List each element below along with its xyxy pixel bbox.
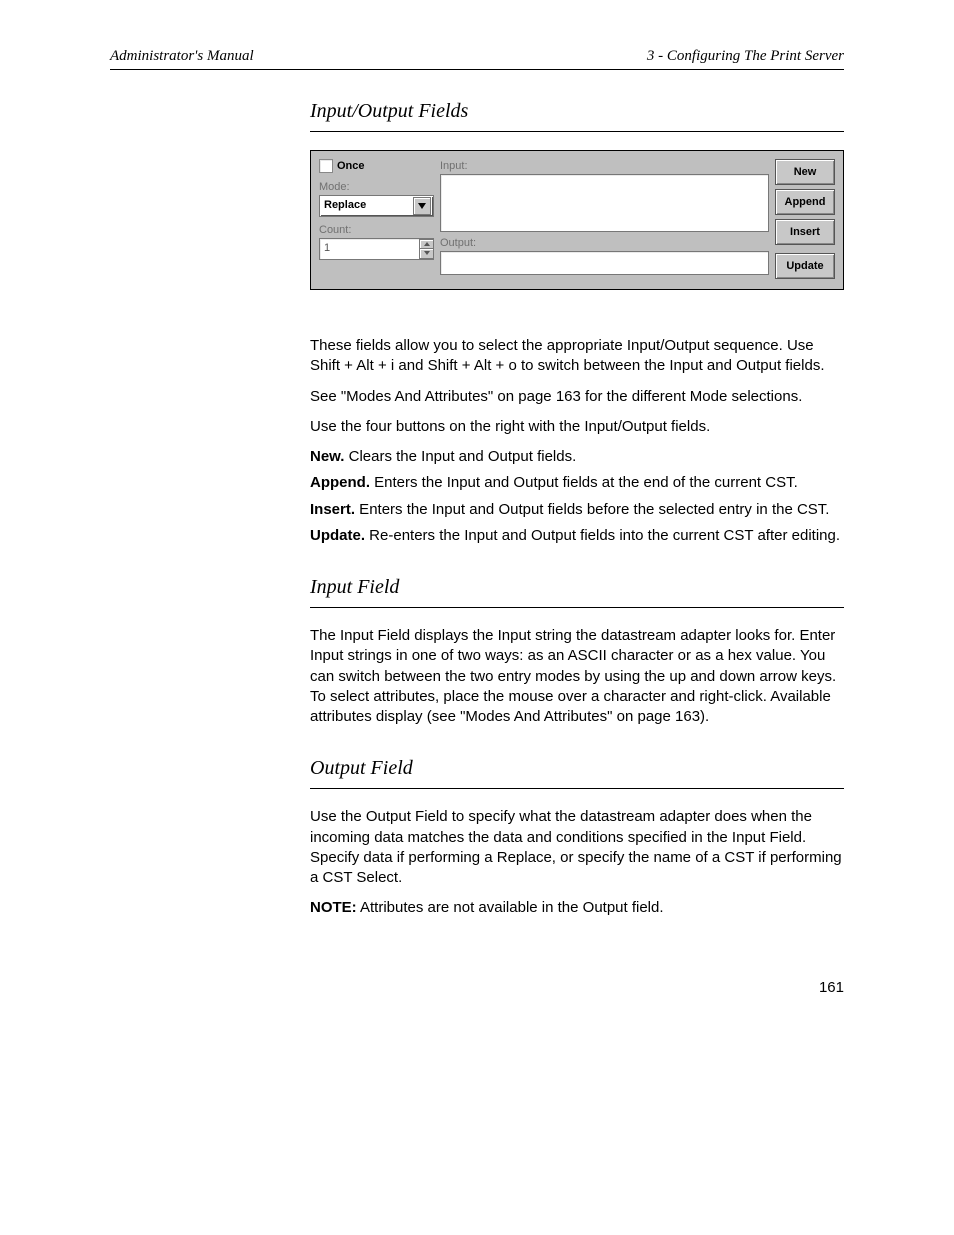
output-note: NOTE: Attributes are not available in th…	[310, 898, 844, 918]
io-panel: Once Mode: Replace Count: 1	[310, 150, 844, 290]
once-checkbox[interactable]: Once	[319, 159, 434, 174]
header-rule	[110, 69, 844, 70]
section-title-output: Output Field	[310, 755, 844, 782]
section-title-io: Input/Output Fields	[310, 98, 844, 125]
header-left: Administrator's Manual	[110, 48, 254, 65]
def-append: Append. Enters the Input and Output fiel…	[310, 473, 844, 493]
insert-button[interactable]: Insert	[775, 219, 835, 245]
section-rule-input	[310, 607, 844, 608]
count-value: 1	[320, 239, 419, 259]
mode-label: Mode:	[319, 180, 434, 195]
output-field[interactable]	[440, 251, 769, 275]
def-update: Update. Re-enters the Input and Output f…	[310, 526, 844, 546]
input-label: Input:	[440, 159, 769, 174]
mode-value: Replace	[324, 198, 366, 213]
header-right: 3 - Configuring The Print Server	[647, 48, 844, 65]
output-label: Output:	[440, 236, 769, 251]
input-field[interactable]	[440, 174, 769, 232]
chevron-down-icon	[413, 197, 431, 215]
section-rule-io	[310, 131, 844, 132]
paragraph: Use the four buttons on the right with t…	[310, 417, 844, 437]
once-label: Once	[337, 159, 365, 174]
def-insert: Insert. Enters the Input and Output fiel…	[310, 500, 844, 520]
section-rule-output	[310, 788, 844, 789]
section-title-input: Input Field	[310, 574, 844, 601]
def-new: New. Clears the Input and Output fields.	[310, 447, 844, 467]
mode-dropdown[interactable]: Replace	[319, 195, 434, 217]
paragraph: See "Modes And Attributes" on page 163 f…	[310, 387, 844, 407]
append-button[interactable]: Append	[775, 189, 835, 215]
count-spinner[interactable]: 1	[319, 238, 434, 260]
spinner-up-icon[interactable]	[419, 239, 433, 250]
paragraph: These fields allow you to select the app…	[310, 336, 844, 377]
output-paragraph: Use the Output Field to specify what the…	[310, 807, 844, 888]
spinner-down-icon[interactable]	[419, 249, 433, 259]
update-button[interactable]: Update	[775, 253, 835, 279]
input-paragraph: The Input Field displays the Input strin…	[310, 626, 844, 727]
new-button[interactable]: New	[775, 159, 835, 185]
checkbox-icon	[319, 159, 333, 173]
count-label: Count:	[319, 223, 434, 238]
page-number: 161	[310, 979, 844, 996]
